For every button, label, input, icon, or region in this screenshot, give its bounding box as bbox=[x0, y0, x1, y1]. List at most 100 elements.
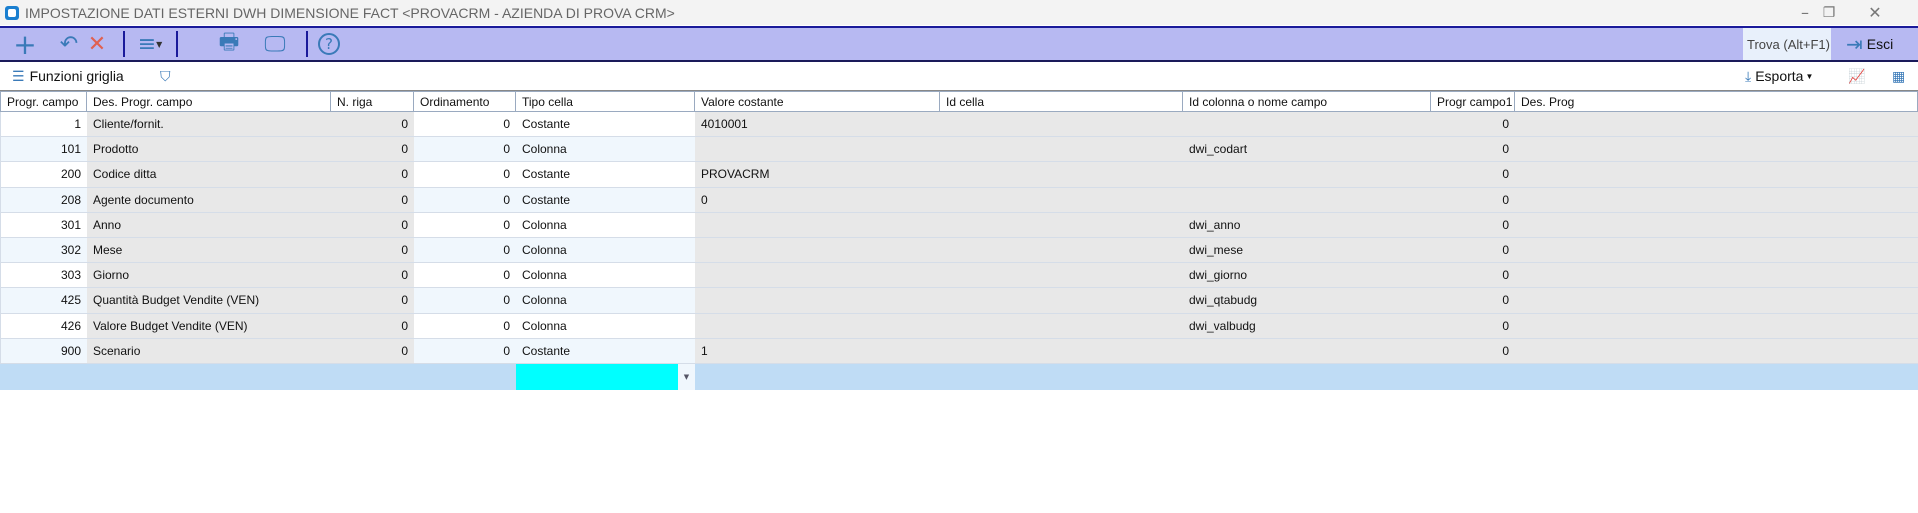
grid-cell[interactable] bbox=[940, 162, 1183, 188]
grid-cell[interactable]: dwi_codart bbox=[1183, 137, 1431, 163]
grid-cell[interactable] bbox=[695, 212, 940, 238]
grid-cell[interactable]: Scenario bbox=[87, 338, 331, 364]
grid-cell[interactable]: 425 bbox=[0, 288, 87, 314]
grid-layout-icon[interactable]: ▦ bbox=[1892, 68, 1905, 85]
grid-cell[interactable] bbox=[1515, 263, 1918, 289]
grid-cell[interactable] bbox=[1515, 238, 1918, 264]
column-header[interactable]: Id cella bbox=[940, 91, 1183, 112]
grid-cell[interactable]: Colonna bbox=[516, 212, 695, 238]
grid-cell[interactable] bbox=[940, 338, 1183, 364]
column-header[interactable]: Des. Prog bbox=[1515, 91, 1918, 112]
column-header[interactable]: Id colonna o nome campo bbox=[1183, 91, 1431, 112]
export-button[interactable]: ⤓ Esporta ▼ bbox=[1745, 68, 1813, 85]
grid-cell[interactable]: PROVACRM bbox=[695, 162, 940, 188]
grid-cell[interactable]: Giorno bbox=[87, 263, 331, 289]
grid-cell[interactable] bbox=[1515, 288, 1918, 314]
column-header[interactable]: Progr campo1 bbox=[1431, 91, 1515, 112]
grid-cell[interactable] bbox=[940, 313, 1183, 339]
grid-cell[interactable] bbox=[1515, 112, 1918, 138]
grid-cell[interactable]: 0 bbox=[414, 112, 516, 138]
grid-cell[interactable]: 0 bbox=[414, 338, 516, 364]
grid-cell[interactable]: 0 bbox=[1431, 187, 1515, 213]
monitor-icon[interactable]: 🖵 bbox=[258, 28, 292, 60]
grid-cell[interactable]: 0 bbox=[331, 288, 414, 314]
print-icon[interactable]: 🖶 bbox=[212, 28, 246, 60]
grid-cell[interactable] bbox=[940, 263, 1183, 289]
grid-cell[interactable] bbox=[1515, 137, 1918, 163]
delete-icon[interactable]: ✕ bbox=[80, 28, 114, 60]
chart-icon[interactable]: 📈 bbox=[1848, 68, 1865, 85]
grid-cell[interactable]: 0 bbox=[1431, 338, 1515, 364]
grid-cell[interactable] bbox=[940, 187, 1183, 213]
grid-cell[interactable]: 0 bbox=[331, 137, 414, 163]
grid-cell[interactable]: 426 bbox=[0, 313, 87, 339]
exit-button[interactable]: ⇥ Esci bbox=[1846, 28, 1893, 60]
grid-cell[interactable]: 1 bbox=[695, 338, 940, 364]
column-header[interactable]: Tipo cella bbox=[516, 91, 695, 112]
grid-cell[interactable]: 4010001 bbox=[695, 112, 940, 138]
add-icon[interactable]: + bbox=[8, 28, 42, 61]
grid-cell[interactable]: 0 bbox=[331, 212, 414, 238]
grid-cell[interactable]: 0 bbox=[331, 263, 414, 289]
grid-functions-button[interactable]: ☰ Funzioni griglia bbox=[12, 68, 124, 85]
grid-cell[interactable] bbox=[695, 313, 940, 339]
grid-cell[interactable]: 303 bbox=[0, 263, 87, 289]
column-header[interactable]: Des. Progr. campo bbox=[87, 91, 331, 112]
grid-cell[interactable]: 0 bbox=[1431, 162, 1515, 188]
column-header[interactable]: Ordinamento bbox=[414, 91, 516, 112]
column-header[interactable]: Valore costante bbox=[695, 91, 940, 112]
grid-cell[interactable] bbox=[940, 288, 1183, 314]
grid-cell[interactable] bbox=[1183, 162, 1431, 188]
grid-cell[interactable] bbox=[1515, 212, 1918, 238]
grid-cell[interactable]: Prodotto bbox=[87, 137, 331, 163]
grid-cell[interactable]: Valore Budget Vendite (VEN) bbox=[87, 313, 331, 339]
menu-dropdown-icon[interactable]: ≡ ▼ bbox=[130, 28, 170, 60]
grid-cell[interactable]: 0 bbox=[331, 112, 414, 138]
grid-cell[interactable]: Colonna bbox=[516, 238, 695, 264]
grid-cell[interactable] bbox=[1515, 313, 1918, 339]
grid-cell[interactable]: 208 bbox=[0, 187, 87, 213]
restore-button[interactable]: ❐ bbox=[1806, 0, 1852, 25]
grid-cell[interactable] bbox=[940, 212, 1183, 238]
grid-cell[interactable]: Agente documento bbox=[87, 187, 331, 213]
grid-cell[interactable]: dwi_giorno bbox=[1183, 263, 1431, 289]
grid-cell[interactable] bbox=[1515, 187, 1918, 213]
grid-cell[interactable]: 0 bbox=[1431, 212, 1515, 238]
grid-cell[interactable]: Costante bbox=[516, 112, 695, 138]
grid-cell[interactable]: 101 bbox=[0, 137, 87, 163]
grid-cell[interactable]: 0 bbox=[1431, 263, 1515, 289]
grid-cell[interactable]: dwi_valbudg bbox=[1183, 313, 1431, 339]
grid-cell[interactable]: 0 bbox=[414, 212, 516, 238]
grid-cell[interactable]: 0 bbox=[414, 238, 516, 264]
grid-cell[interactable]: Anno bbox=[87, 212, 331, 238]
grid-cell[interactable]: 301 bbox=[0, 212, 87, 238]
grid-cell[interactable] bbox=[940, 238, 1183, 264]
grid-cell[interactable]: 900 bbox=[0, 338, 87, 364]
grid-cell[interactable]: Mese bbox=[87, 238, 331, 264]
grid-cell[interactable]: 0 bbox=[1431, 313, 1515, 339]
grid-cell[interactable]: Costante bbox=[516, 338, 695, 364]
grid-cell[interactable]: 0 bbox=[414, 288, 516, 314]
grid-cell[interactable]: Costante bbox=[516, 187, 695, 213]
grid-cell[interactable]: 0 bbox=[414, 137, 516, 163]
grid-cell[interactable]: dwi_anno bbox=[1183, 212, 1431, 238]
grid-cell[interactable]: 0 bbox=[1431, 238, 1515, 264]
find-input[interactable]: Trova (Alt+F1) bbox=[1743, 28, 1831, 60]
grid-cell[interactable]: Costante bbox=[516, 162, 695, 188]
grid-cell[interactable]: 200 bbox=[0, 162, 87, 188]
grid-cell[interactable] bbox=[695, 263, 940, 289]
grid-cell[interactable]: Colonna bbox=[516, 288, 695, 314]
new-row[interactable] bbox=[0, 364, 1918, 390]
grid-cell[interactable]: 0 bbox=[1431, 288, 1515, 314]
grid-cell[interactable] bbox=[940, 112, 1183, 138]
grid-cell[interactable]: 0 bbox=[331, 238, 414, 264]
grid-cell[interactable]: 0 bbox=[1431, 137, 1515, 163]
grid-cell[interactable]: 0 bbox=[331, 338, 414, 364]
dropdown-arrow-icon[interactable]: ▼ bbox=[678, 364, 695, 390]
grid-cell[interactable]: 0 bbox=[331, 162, 414, 188]
grid-cell[interactable]: 0 bbox=[414, 162, 516, 188]
grid-cell[interactable]: 0 bbox=[414, 263, 516, 289]
grid-cell[interactable]: 0 bbox=[414, 187, 516, 213]
filter-icon[interactable]: ⛉ bbox=[160, 68, 171, 85]
grid-cell[interactable]: 302 bbox=[0, 238, 87, 264]
